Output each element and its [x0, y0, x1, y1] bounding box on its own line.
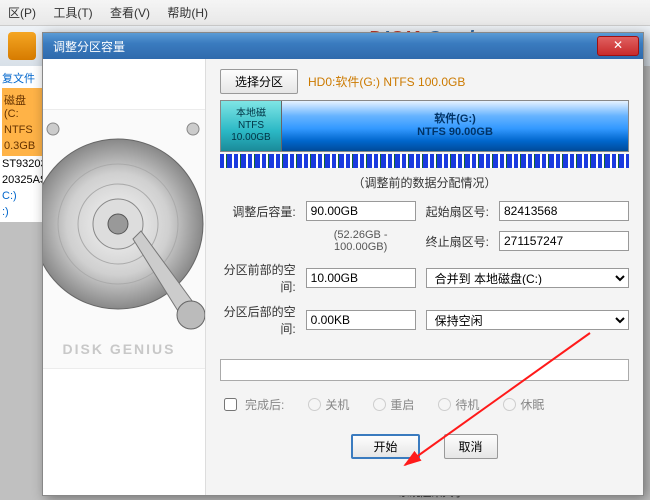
label-start-sector: 起始扇区号:: [426, 203, 489, 220]
disk-illustration: DISK GENIUS: [43, 59, 206, 495]
radio-hibernate[interactable]: 休眠: [503, 396, 544, 413]
left-panel: 复文件 磁盘(C: NTFS 0.3GB ST93203 20325AS C:)…: [0, 66, 45, 222]
space-after-target-select[interactable]: 保持空闲: [426, 310, 629, 330]
section-title: （调整前的数据分配情况）: [220, 174, 629, 191]
dialog-title: 调整分区容量: [53, 38, 597, 55]
after-done-row: 完成后: 关机 重启 待机 休眠: [220, 395, 629, 414]
partition-main-segment[interactable]: 软件(G:) NTFS 90.00GB: [282, 101, 628, 151]
harddisk-icon: DISK GENIUS: [43, 109, 206, 369]
cancel-button[interactable]: 取消: [444, 434, 498, 459]
end-sector-input[interactable]: [499, 231, 629, 251]
label-space-before: 分区前部的空间:: [220, 261, 296, 295]
start-sector-input[interactable]: [499, 201, 629, 221]
menu-tools[interactable]: 工具(T): [53, 6, 92, 20]
menu-help[interactable]: 帮助(H): [167, 6, 208, 20]
menu-view[interactable]: 查看(V): [110, 6, 150, 20]
app-menubar: 区(P) 工具(T) 查看(V) 帮助(H): [0, 0, 650, 26]
allocation-map: [220, 154, 629, 168]
partition-bar[interactable]: 本地磁 NTFS 10.00GB 软件(G:) NTFS 90.00GB: [220, 100, 629, 152]
space-before-input[interactable]: [306, 268, 416, 288]
label-end-sector: 终止扇区号:: [426, 233, 489, 250]
menu-zone[interactable]: 区(P): [8, 6, 36, 20]
radio-shutdown[interactable]: 关机: [308, 396, 349, 413]
recover-files: 复文件: [2, 68, 42, 88]
space-after-input[interactable]: [306, 310, 416, 330]
label-after-size: 调整后容量:: [220, 203, 296, 220]
after-done-checkbox[interactable]: 完成后:: [220, 395, 284, 414]
partition-c: 磁盘(C:: [4, 90, 40, 122]
resize-partition-dialog: 调整分区容量 ✕: [42, 32, 644, 496]
label-space-after: 分区后部的空间:: [220, 303, 296, 337]
svg-text:DISK GENIUS: DISK GENIUS: [62, 341, 175, 357]
size-range-hint: (52.26GB - 100.00GB): [306, 229, 416, 253]
toolbar-icon: [8, 32, 36, 60]
radio-standby[interactable]: 待机: [438, 396, 479, 413]
after-size-input[interactable]: [306, 201, 416, 221]
start-button[interactable]: 开始: [351, 434, 419, 459]
select-partition-button[interactable]: 选择分区: [220, 69, 298, 94]
space-before-target-select[interactable]: 合并到 本地磁盘(C:): [426, 268, 629, 288]
dialog-titlebar: 调整分区容量 ✕: [43, 33, 643, 59]
progress-bar: [220, 359, 629, 381]
close-button[interactable]: ✕: [597, 36, 639, 56]
radio-restart[interactable]: 重启: [373, 396, 414, 413]
selected-disk-label: HD0:软件(G:) NTFS 100.0GB: [308, 73, 465, 90]
partition-front-segment[interactable]: 本地磁 NTFS 10.00GB: [221, 101, 282, 151]
